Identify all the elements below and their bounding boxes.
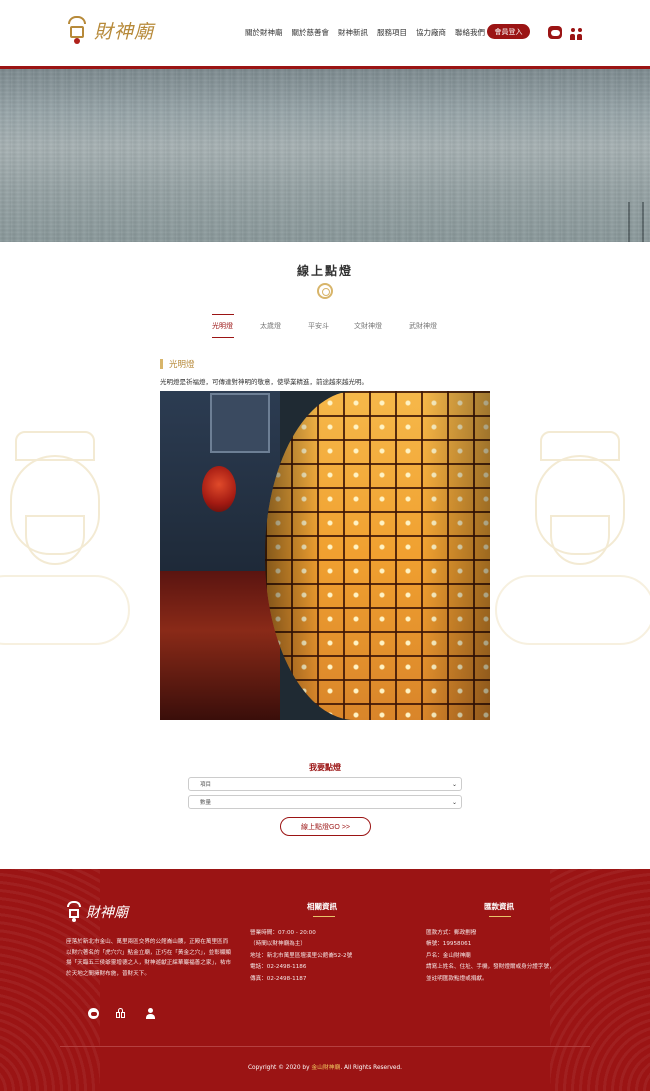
quantity-select-value: 數量 [200, 800, 212, 806]
footer-logo[interactable]: 財神廟 [66, 900, 128, 924]
coin-medal-icon [317, 283, 333, 299]
contact-underline [313, 916, 335, 917]
nav-item-about-temple[interactable]: 關於財神廟 [245, 27, 283, 38]
section-title: 線上點燈 [296, 264, 353, 278]
form-title: 我要點燈 [309, 763, 341, 772]
active-tab-indicator-top [212, 314, 234, 315]
copyright: Copyright © 2020 by 金山財神廟. All Rights Re… [0, 1062, 650, 1071]
people-icon[interactable] [570, 26, 584, 40]
tab-wucaishen[interactable]: 武財神燈 [409, 321, 437, 331]
footer-about-text: 座落於新北市金山、萬里兩區交界的公館崙山腰，正殿在萬里區而以財穴著名的「虎穴穴」… [66, 939, 232, 977]
temple-logo-icon [66, 14, 88, 46]
content-description: 光明燈是祈福燈，可傳達對神明的敬意，使學業精進，前途越來越光明。 [160, 378, 368, 386]
line-icon[interactable] [548, 26, 562, 39]
remit-line: 帳號：19958061 [426, 941, 472, 947]
wave-pattern-right [550, 869, 650, 1091]
tab-guangming[interactable]: 光明燈 [212, 321, 233, 331]
site-header: 財神廟 關於財神廟 關於慈善會 財神新訊 服務項目 協力廠商 聯絡我們 會員登入 [0, 0, 650, 68]
tab-wencaishen[interactable]: 文財神燈 [354, 321, 382, 331]
remit-line: 並註明匯款點燈或捐獻。 [426, 976, 488, 982]
people-icon[interactable] [116, 1008, 127, 1019]
contact-info-title: 相關資訊 [307, 902, 337, 911]
temple-logo-icon [66, 900, 82, 924]
contact-line: 營業時間：07:00 - 20:00 [250, 930, 316, 936]
lamp-tower-photo [160, 391, 490, 720]
main-nav: 關於財神廟 關於慈善會 財神新訊 服務項目 協力廠商 聯絡我們 [245, 27, 494, 38]
site-logo[interactable]: 財神廟 [66, 14, 154, 46]
copyright-link[interactable]: 金山財神廟 [311, 1065, 340, 1071]
line-icon[interactable] [88, 1008, 99, 1019]
lamp-tabs: 光明燈 太歲燈 平安斗 文財神燈 武財神燈 [212, 321, 452, 337]
member-login-button[interactable]: 會員登入 [487, 24, 530, 39]
remit-line: 匯款方式：郵政劃撥 [426, 930, 477, 936]
nav-item-contact[interactable]: 聯絡我們 [455, 27, 485, 38]
copyright-suffix: . All Rights Reserved. [340, 1065, 403, 1071]
active-tab-indicator-bottom [212, 337, 234, 338]
contact-line: 傳真：02-2498-1187 [250, 976, 307, 982]
contact-line: 地址：新北市萬里區壇溪里公館崙52-2號 [250, 953, 353, 959]
online-lamp-go-button[interactable]: 線上點燈GO >> [280, 817, 371, 836]
tab-taisui[interactable]: 太歲燈 [260, 321, 281, 331]
logo-text: 財神廟 [94, 20, 155, 43]
item-select[interactable]: 項目 ⌄ [188, 777, 462, 791]
tab-pingan[interactable]: 平安斗 [308, 321, 329, 331]
item-select-value: 項目 [200, 782, 212, 788]
footer-logo-text: 財神廟 [86, 905, 128, 921]
contact-line: （時間以財神廟為主） [250, 941, 306, 947]
nav-item-services[interactable]: 服務項目 [377, 27, 407, 38]
nav-item-partners[interactable]: 協力廠商 [416, 27, 446, 38]
remit-line: 請寫上姓名、住址、手機，發財燈爾或身分證字號， [426, 964, 555, 970]
copyright-prefix: Copyright © 2020 by [247, 1065, 312, 1071]
nav-item-news[interactable]: 財神新訊 [338, 27, 368, 38]
remit-line: 戶名：金山財神廟 [426, 953, 471, 959]
quantity-select[interactable]: 數量 ⌄ [188, 795, 462, 809]
chevron-down-icon: ⌄ [451, 799, 457, 806]
content-heading: 光明燈 [160, 358, 195, 370]
hero-post [628, 202, 644, 242]
deity-ornament-left [0, 425, 140, 655]
footer-divider [60, 1046, 590, 1047]
site-footer: 財神廟 座落於新北市金山、萬里兩區交界的公館崙山腰，正殿在萬里區而以財穴著名的「… [0, 869, 650, 1091]
hero-banner [0, 69, 650, 242]
nav-item-about-charity[interactable]: 關於慈善會 [292, 27, 330, 38]
heading-bar [160, 359, 163, 369]
content-heading-text: 光明燈 [169, 360, 195, 370]
remit-underline [489, 916, 511, 917]
user-icon[interactable] [145, 1008, 156, 1019]
deity-ornament-right [495, 425, 650, 655]
chevron-down-icon: ⌄ [451, 781, 457, 788]
remit-info-title: 匯款資訊 [484, 902, 514, 911]
contact-line: 電話：02-2498-1186 [250, 964, 307, 970]
